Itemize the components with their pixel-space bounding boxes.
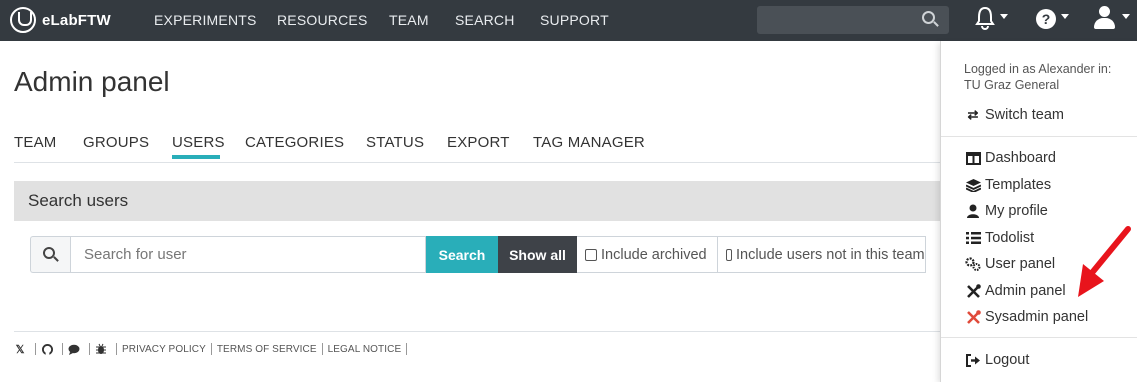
red-arrow-annotation — [1078, 226, 1131, 297]
